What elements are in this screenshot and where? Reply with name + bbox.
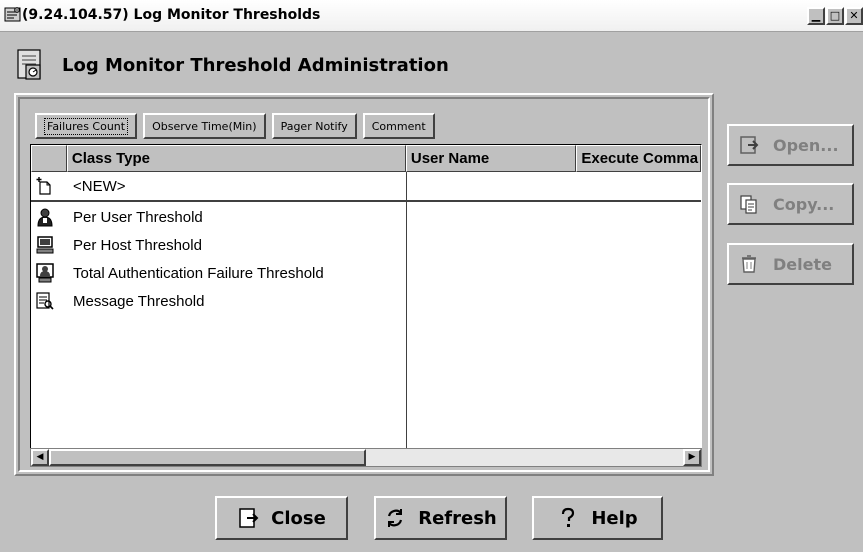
host-icon — [36, 236, 54, 254]
refresh-icon — [388, 509, 403, 527]
comment-label: Comment — [371, 119, 426, 133]
observe-time-label: Observe Time(Min) — [152, 119, 257, 133]
class-type-cell: Message Threshold — [73, 293, 205, 310]
class-type-cell: Per User Threshold — [73, 209, 203, 226]
open-icon — [740, 136, 759, 154]
window-controls: ▁ □ ✕ — [807, 7, 863, 25]
scroll-right-button[interactable]: ▶ — [683, 449, 701, 466]
app-icon — [4, 7, 21, 22]
scroll-thumb[interactable] — [49, 449, 366, 466]
observe-time-button[interactable]: Observe Time(Min) — [143, 113, 266, 139]
table-row[interactable]: Message Threshold — [31, 288, 701, 316]
refresh-label: Refresh — [418, 507, 497, 529]
user-icon — [37, 208, 53, 227]
refresh-button[interactable]: Refresh — [374, 496, 507, 540]
copy-button[interactable]: Copy... — [727, 183, 854, 225]
new-item-icon — [36, 177, 51, 195]
minimize-button[interactable]: ▁ — [807, 7, 825, 25]
page-title: Log Monitor Threshold Administration — [62, 54, 449, 76]
table-header: Class Type User Name Execute Comma — [31, 145, 701, 172]
close-window-button[interactable]: ✕ — [845, 7, 863, 25]
table-row[interactable]: Total Authentication Failure Threshold — [31, 260, 701, 288]
delete-button[interactable]: Delete — [727, 243, 854, 285]
failures-count-button[interactable]: Failures Count — [35, 113, 138, 139]
help-button[interactable]: Help — [532, 496, 663, 540]
auth-failure-icon — [36, 263, 54, 283]
copy-label: Copy... — [773, 194, 835, 214]
maximize-button[interactable]: □ — [826, 7, 844, 25]
class-type-cell: Per Host Threshold — [73, 237, 202, 254]
column-header-user-name[interactable]: User Name — [405, 145, 577, 172]
icon-column-header[interactable] — [31, 145, 67, 172]
window-title: (9.24.104.57) Log Monitor Thresholds — [22, 7, 321, 23]
title-bar[interactable]: (9.24.104.57) Log Monitor Thresholds ▁ □… — [0, 0, 863, 32]
close-label: Close — [271, 507, 326, 529]
column-divider — [406, 172, 407, 448]
exit-icon — [239, 508, 259, 528]
help-icon — [562, 507, 575, 527]
threshold-table[interactable]: Class Type User Name Execute Comma <NEW>… — [30, 144, 702, 448]
close-button[interactable]: Close — [215, 496, 348, 540]
pager-notify-label: Pager Notify — [280, 119, 348, 133]
help-label: Help — [591, 507, 638, 529]
horizontal-scrollbar[interactable]: ◀ ▶ — [30, 448, 702, 467]
class-type-cell: Total Authentication Failure Threshold — [73, 265, 324, 282]
trash-icon — [742, 255, 756, 273]
new-item-row[interactable]: <NEW> — [31, 172, 701, 202]
scroll-left-button[interactable]: ◀ — [31, 449, 49, 466]
pager-notify-button[interactable]: Pager Notify — [271, 113, 357, 139]
column-header-class-type[interactable]: Class Type — [66, 145, 406, 172]
column-header-execute-command[interactable]: Execute Comma — [576, 145, 701, 172]
column-toggle-bar: Failures Count Observe Time(Min) Pager N… — [35, 113, 435, 139]
new-item-label: <NEW> — [73, 178, 126, 195]
delete-label: Delete — [773, 254, 832, 274]
table-row[interactable]: Per User Threshold — [31, 204, 701, 232]
log-document-icon — [17, 49, 41, 80]
comment-button[interactable]: Comment — [362, 113, 435, 139]
open-button[interactable]: Open... — [727, 124, 854, 166]
failures-count-label: Failures Count — [44, 117, 129, 135]
open-label: Open... — [773, 135, 839, 155]
page-header: Log Monitor Threshold Administration — [14, 48, 449, 82]
table-row[interactable]: Per Host Threshold — [31, 232, 701, 260]
copy-icon — [740, 195, 757, 214]
message-icon — [36, 292, 54, 310]
